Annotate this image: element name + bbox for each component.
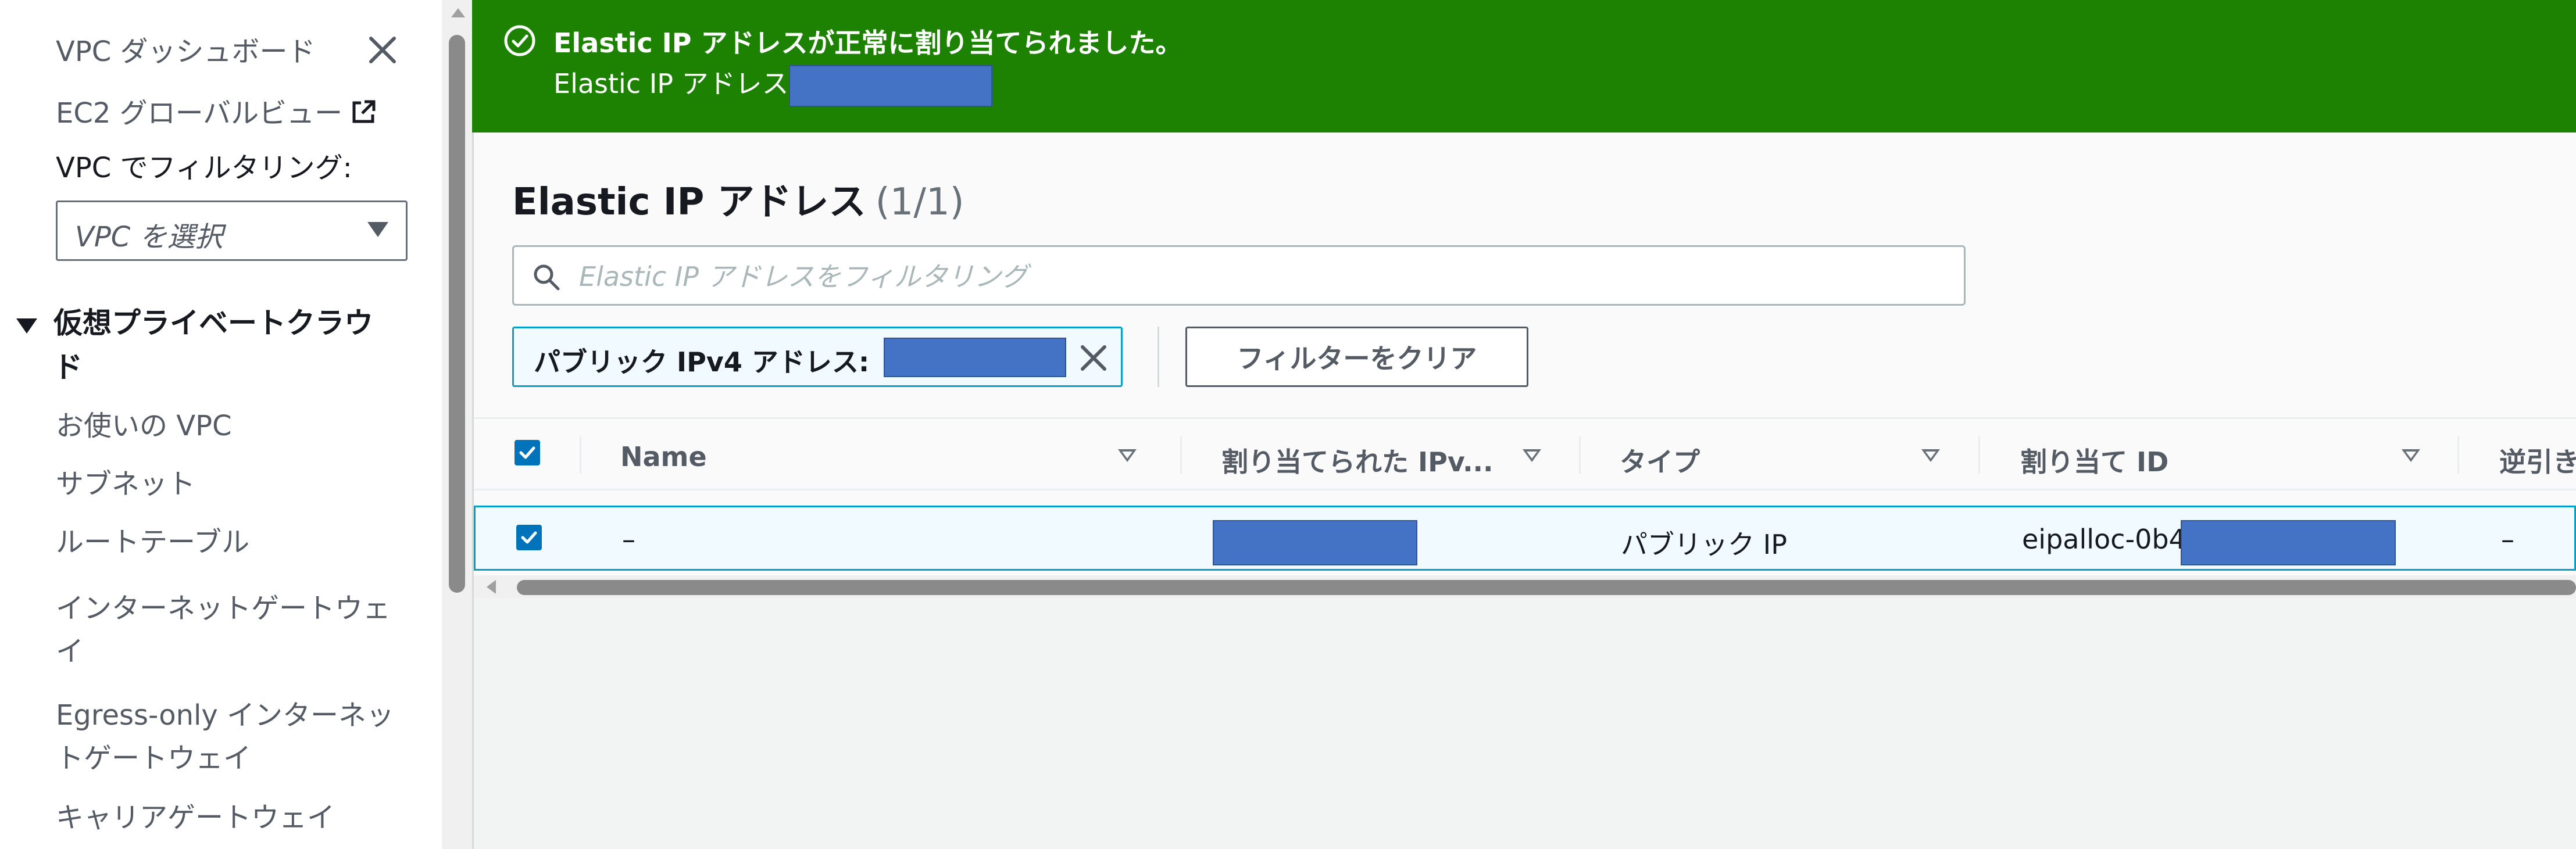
column-header-name[interactable]: Name — [620, 441, 707, 472]
sidebar-item-vpc-dashboard[interactable]: VPC ダッシュボード — [56, 30, 316, 73]
search-box[interactable] — [512, 245, 1966, 306]
select-all-checkbox[interactable] — [515, 440, 540, 465]
column-divider — [1579, 436, 1581, 474]
divider — [1157, 327, 1159, 387]
table-header: Name 割り当てられた IPv... タイプ 割り当て ID 逆引き — [474, 417, 2576, 490]
sidebar-item-label: EC2 グローバルビュー — [56, 97, 343, 130]
cell-name: – — [622, 524, 635, 555]
redacted-ip-address — [884, 338, 1066, 377]
elastic-ip-table-panel: Elastic IP アドレス(1/1) パブリック IPv4 アドレス: フィ… — [474, 132, 2576, 599]
table-row[interactable]: – パブリック IP eipalloc-0b4 – — [474, 506, 2576, 571]
sidebar-item-subnets[interactable]: サブネット — [56, 463, 195, 506]
page-title: Elastic IP アドレス (1/1) — [512, 172, 964, 225]
column-header-allocated-ipv4[interactable]: 割り当てられた IPv... — [1221, 441, 1494, 479]
page-title-text: Elastic IP アドレス — [512, 181, 866, 224]
cell-reverse-dns: – — [2501, 524, 2514, 555]
cell-allocation-id[interactable]: eipalloc-0b4 — [2022, 524, 2186, 555]
sort-icon[interactable] — [1118, 449, 1137, 462]
sidebar-item-internet-gateways[interactable]: インターネットゲートウェイ — [56, 587, 399, 673]
scroll-up-arrow-icon[interactable] — [451, 8, 465, 17]
vpc-select-value: VPC を選択 — [75, 221, 223, 253]
table-scrollbar-thumb[interactable] — [517, 580, 2576, 595]
column-divider — [1978, 436, 1980, 474]
sidebar-item-your-vpcs[interactable]: お使いの VPC — [56, 404, 232, 447]
redacted-ip-address — [1213, 520, 1417, 565]
flash-message-text: Elastic IP アドレス — [553, 68, 789, 99]
sidebar-item-carrier-gateways[interactable]: キャリアゲートウェイ — [56, 796, 335, 839]
flash-message: Elastic IP アドレス — [553, 63, 992, 107]
redacted-allocation-id — [2181, 520, 2396, 565]
sort-icon[interactable] — [1523, 449, 1541, 462]
column-header-reverse-dns[interactable]: 逆引き — [2499, 441, 2576, 479]
row-checkbox[interactable] — [516, 525, 542, 550]
sidebar-item-ec2-global-view[interactable]: EC2 グローバルビュー — [56, 92, 377, 138]
sort-icon[interactable] — [1921, 449, 1940, 462]
sidebar-scrollbar-thumb[interactable] — [449, 35, 465, 593]
sidebar-scrollbar[interactable] — [442, 0, 472, 849]
table-horizontal-scrollbar[interactable] — [474, 575, 2576, 599]
search-input[interactable] — [578, 257, 1946, 296]
success-flash-banner: Elastic IP アドレスが正常に割り当てられました。 Elastic IP… — [472, 0, 2576, 132]
vpc-select-dropdown[interactable]: VPC を選択 — [56, 200, 408, 261]
main-content: Elastic IP アドレス(1/1) パブリック IPv4 アドレス: フィ… — [474, 132, 2576, 849]
caret-down-icon — [367, 222, 388, 237]
redacted-ip-address — [788, 65, 992, 107]
search-icon — [531, 262, 562, 295]
clear-filters-button[interactable]: フィルターをクリア — [1185, 327, 1528, 387]
selection-count: (1/1) — [875, 181, 964, 224]
remove-filter-icon[interactable] — [1078, 342, 1109, 376]
flash-title: Elastic IP アドレスが正常に割り当てられました。 — [553, 27, 1182, 59]
vpc-filter-label: VPC でフィルタリング: — [56, 152, 352, 184]
scroll-left-arrow-icon[interactable] — [487, 580, 496, 594]
success-check-circle-icon — [502, 23, 537, 60]
column-header-allocation-id[interactable]: 割り当て ID — [2020, 441, 2168, 479]
sidebar: VPC ダッシュボード EC2 グローバルビュー VPC でフィルタリング: V… — [0, 0, 474, 849]
close-icon[interactable] — [366, 34, 399, 66]
column-divider — [1180, 436, 1182, 474]
sidebar-item-route-tables[interactable]: ルートテーブル — [56, 521, 249, 564]
sidebar-item-egress-only-internet-gateways[interactable]: Egress-only インターネットゲートウェイ — [56, 694, 405, 780]
sort-icon[interactable] — [2402, 449, 2420, 462]
filter-token: パブリック IPv4 アドレス: — [512, 327, 1123, 387]
external-link-icon — [349, 95, 377, 138]
column-divider — [2457, 436, 2459, 474]
filter-token-label: パブリック IPv4 アドレス: — [534, 346, 870, 378]
column-header-type[interactable]: タイプ — [1620, 441, 1700, 479]
column-divider — [580, 436, 581, 474]
caret-down-icon[interactable] — [16, 318, 37, 334]
cell-type: パブリック IP — [1621, 529, 1787, 560]
section-title-virtual-private-cloud[interactable]: 仮想プライベートクラウド — [53, 301, 379, 389]
